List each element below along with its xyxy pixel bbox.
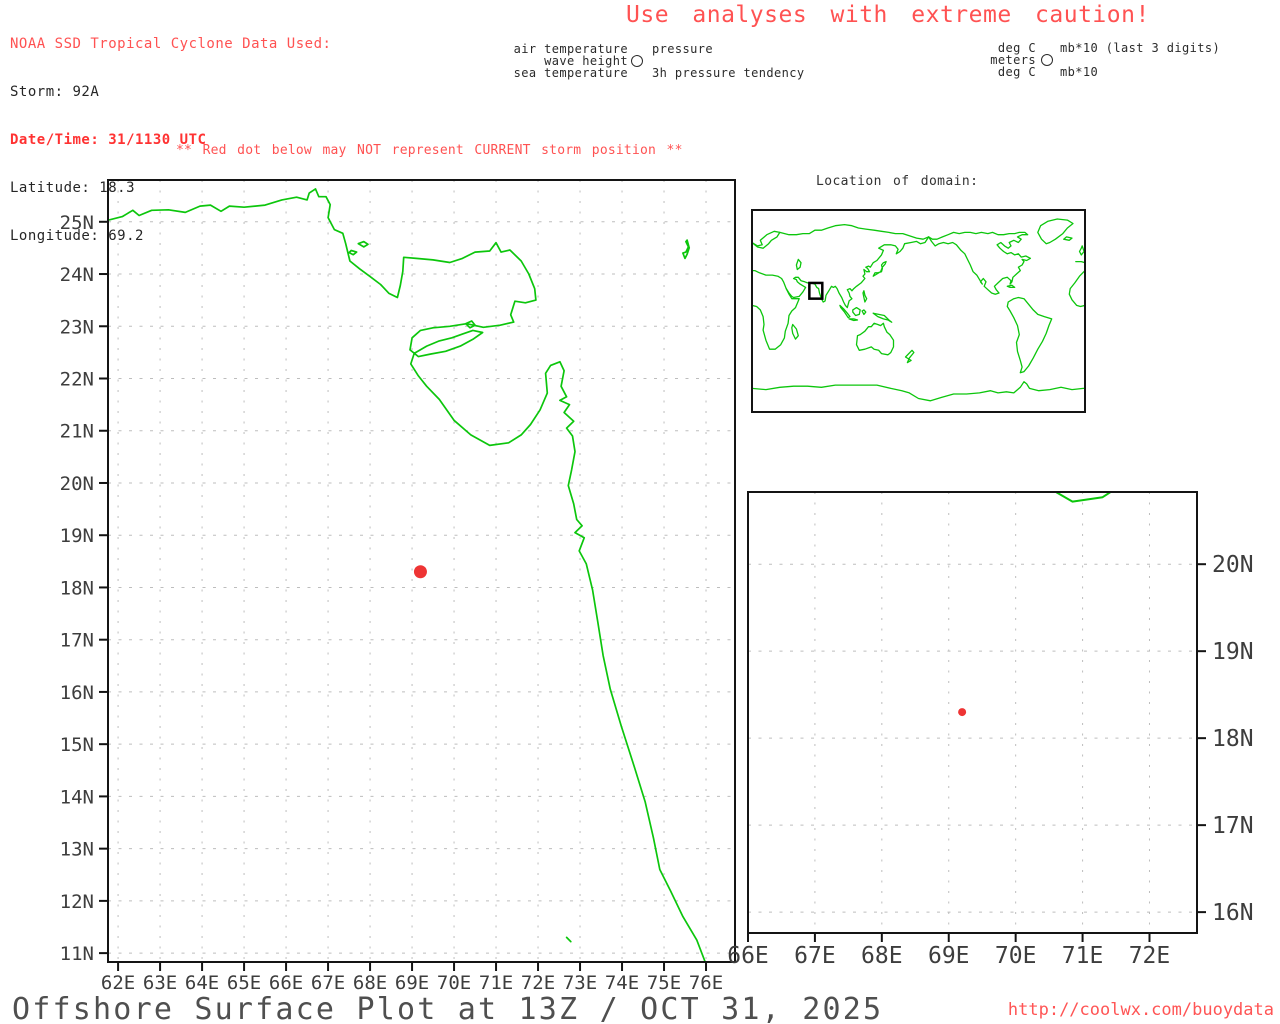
coastline — [855, 322, 895, 356]
inset-map-coastlines — [848, 162, 1197, 570]
footer-title: Offshore Surface Plot at 13Z / OCT 31, 2… — [12, 992, 884, 1024]
x-tick-label: 73E — [563, 972, 597, 994]
coastline — [928, 231, 1032, 295]
y-tick-label: 11N — [60, 943, 94, 965]
x-tick-label: 69E — [928, 943, 970, 969]
coastline — [752, 287, 800, 350]
coastline — [795, 258, 802, 271]
x-tick-label: 67E — [794, 943, 836, 969]
coastline — [872, 312, 893, 323]
x-tick-label: 65E — [227, 972, 261, 994]
x-tick-label: 70E — [995, 943, 1037, 969]
coastline — [357, 240, 369, 248]
x-tick-label: 74E — [605, 972, 639, 994]
coastline — [1006, 284, 1016, 289]
y-tick-label: 25N — [60, 212, 94, 234]
storm-dot — [958, 708, 967, 717]
coastline — [1075, 260, 1085, 264]
y-tick-label: 19N — [60, 525, 94, 547]
footer-url[interactable]: http://coolwx.com/buoydata — [1008, 1000, 1274, 1020]
coastline — [863, 162, 878, 171]
y-tick-label: 18N — [60, 577, 94, 599]
coastline — [848, 177, 860, 184]
y-tick-label: 21N — [60, 421, 94, 443]
coastline — [852, 306, 861, 317]
y-tick-label: 18N — [1212, 726, 1254, 752]
x-tick-label: 66E — [727, 943, 769, 969]
x-tick-label: 62E — [101, 972, 135, 994]
y-tick-label: 22N — [60, 369, 94, 391]
main-map: 62E 63E 64E 65E 66E 67E 68E 69E 70E 71E 72E 73E 74E 7… — [60, 179, 736, 994]
y-tick-label: 20N — [1212, 552, 1254, 578]
y-tick-label: 14N — [60, 786, 94, 808]
plot-canvas: 62E 63E 64E 65E 66E 67E 68E 69E 70E 71E 72E 73E 74E 7… — [60, 162, 1254, 994]
inset-map: 66E 67E 68E 69E 70E 71E 72E 16N 17N 18N 19N 20N — [727, 162, 1254, 969]
world-map-coastlines — [752, 218, 1085, 402]
x-tick-label: 72E — [1129, 943, 1171, 969]
y-tick-label: 15N — [60, 734, 94, 756]
main-map-coastlines — [108, 188, 707, 962]
coastline — [904, 349, 915, 364]
coastline — [752, 236, 930, 309]
x-tick-label: 71E — [1062, 943, 1104, 969]
coastline — [565, 936, 572, 943]
storm-dot — [413, 565, 427, 579]
x-tick-label: 75E — [647, 972, 681, 994]
coastline — [862, 290, 868, 303]
x-tick-label: 67E — [311, 972, 345, 994]
x-tick-label: 71E — [479, 972, 513, 994]
coastline — [752, 230, 781, 249]
coastline — [779, 223, 930, 240]
coastline — [752, 381, 1085, 402]
y-tick-label: 17N — [1212, 813, 1254, 839]
coastline — [1063, 236, 1073, 241]
x-tick-label: 64E — [185, 972, 219, 994]
y-tick-label: 12N — [60, 891, 94, 913]
y-tick-label: 19N — [1212, 639, 1254, 665]
coastline — [839, 304, 851, 319]
coastline — [861, 309, 867, 316]
y-tick-label: 16N — [1212, 900, 1254, 926]
y-tick-label: 17N — [60, 630, 94, 652]
x-tick-label: 68E — [861, 943, 903, 969]
coastline — [848, 318, 859, 322]
x-tick-label: 66E — [269, 972, 303, 994]
x-tick-label: 63E — [143, 972, 177, 994]
coastline — [872, 260, 887, 277]
coastline — [1068, 269, 1085, 308]
x-tick-label: 69E — [395, 972, 429, 994]
y-tick-label: 16N — [60, 682, 94, 704]
x-tick-label: 70E — [437, 972, 471, 994]
y-tick-label: 20N — [60, 473, 94, 495]
coastline — [1034, 295, 1049, 306]
coastline — [1053, 492, 1197, 570]
coastline — [682, 239, 691, 260]
x-tick-label: 72E — [521, 972, 555, 994]
y-tick-label: 24N — [60, 264, 94, 286]
coastline — [1006, 296, 1053, 374]
coastline — [791, 323, 799, 340]
coastline — [1078, 245, 1085, 256]
coastline — [108, 188, 707, 962]
x-tick-label: 68E — [353, 972, 387, 994]
coastline — [348, 249, 358, 256]
world-map — [751, 209, 1086, 413]
y-tick-label: 13N — [60, 839, 94, 861]
y-tick-label: 23N — [60, 316, 94, 338]
x-tick-label: 76E — [689, 972, 723, 994]
offshore-surface-plot-page: NOAA SSD Tropical Cyclone Data Used: Sto… — [0, 0, 1280, 1024]
